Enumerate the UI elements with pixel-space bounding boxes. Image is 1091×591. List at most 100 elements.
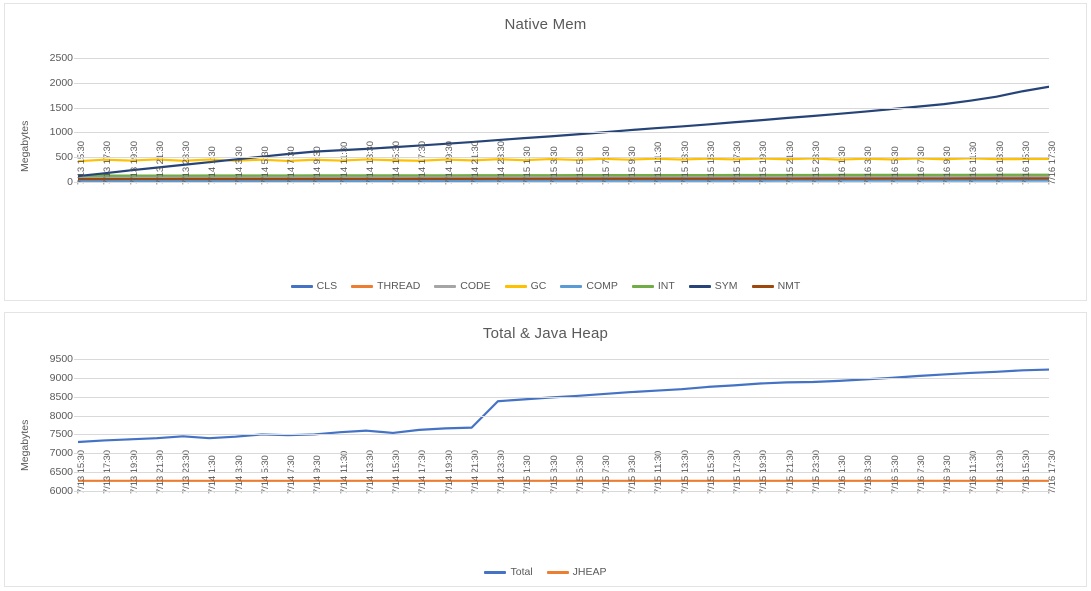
gridline <box>78 58 1049 59</box>
legend-label: NMT <box>777 280 801 292</box>
legend-swatch-icon <box>751 284 774 288</box>
x-tick-label: 7/15 7:30 <box>600 455 612 494</box>
total-java-heap-legend: Total JHEAP <box>5 566 1086 578</box>
x-tick-label: 7/14 3:30 <box>233 455 245 494</box>
x-tick-label: 7/15 9:30 <box>627 146 639 185</box>
legend-item-thread[interactable]: THREAD <box>351 280 420 292</box>
native-mem-legend: CLS THREAD CODE GC COMP INT SYM NMT <box>5 280 1086 292</box>
legend-swatch-icon <box>504 284 527 288</box>
x-tick-label: 7/14 15:30 <box>391 141 403 185</box>
native-mem-chart-panel: Native Mem Megabytes 7/13 15:30 7/13 17:3… <box>4 3 1087 301</box>
x-tick-label: 7/14 17:30 <box>417 141 429 185</box>
x-tick-label: 7/16 3:30 <box>863 455 875 494</box>
y-tick-label: 2000 <box>49 76 73 89</box>
legend-item-total[interactable]: Total <box>484 566 533 578</box>
legend-item-cls[interactable]: CLS <box>290 280 338 292</box>
gridline <box>78 182 1049 183</box>
gridline <box>78 359 1049 360</box>
y-tick-label: 9000 <box>49 371 73 384</box>
legend-label: GC <box>530 280 547 292</box>
x-tick-label: 7/15 11:30 <box>653 141 665 185</box>
y-tick-mark <box>74 377 78 379</box>
y-tick-label: 2500 <box>49 52 73 64</box>
legend-label: SYM <box>714 280 738 292</box>
y-tick-mark <box>74 182 78 183</box>
x-tick-label: 7/15 7:30 <box>600 146 612 185</box>
x-tick-label: 7/15 5:30 <box>574 455 586 494</box>
x-tick-label: 7/14 7:30 <box>286 146 298 185</box>
x-tick-label: 7/15 1:30 <box>522 146 534 185</box>
y-tick-mark <box>74 434 78 436</box>
y-tick-label: 6000 <box>49 485 73 497</box>
x-tick-label: 7/16 1:30 <box>837 146 849 185</box>
x-tick-label: 7/16 7:30 <box>915 455 927 494</box>
y-tick-label: 7000 <box>49 447 73 460</box>
gridline <box>78 132 1049 134</box>
y-tick-label: 8500 <box>49 390 73 403</box>
x-tick-label: 7/15 19:30 <box>758 141 770 185</box>
y-tick-mark <box>74 82 78 84</box>
x-tick-label: 7/15 21:30 <box>784 141 796 185</box>
x-tick-label: 7/15 15:30 <box>705 141 717 185</box>
gridline <box>78 453 1049 455</box>
legend-item-nmt[interactable]: NMT <box>751 280 801 292</box>
x-tick-label: 7/15 9:30 <box>627 455 639 494</box>
series-line-int <box>78 175 1049 176</box>
y-tick-mark <box>74 415 78 417</box>
y-tick-label: 6500 <box>49 466 73 479</box>
legend-label: COMP <box>586 280 618 292</box>
legend-swatch-icon <box>290 284 313 288</box>
legend-item-comp[interactable]: COMP <box>560 280 618 292</box>
legend-swatch-icon <box>484 570 507 574</box>
x-tick-label: 7/13 21:30 <box>154 141 166 185</box>
legend-item-gc[interactable]: GC <box>504 280 547 292</box>
x-tick-label: 7/16 11:30 <box>968 141 980 185</box>
legend-item-jheap[interactable]: JHEAP <box>546 566 607 578</box>
total-java-heap-chart-title: Total & Java Heap <box>482 325 609 342</box>
legend-swatch-icon <box>546 570 569 574</box>
x-tick-label: 7/14 3:30 <box>233 146 245 185</box>
legend-swatch-icon <box>560 284 583 288</box>
gridline <box>78 491 1049 492</box>
legend-item-int[interactable]: INT <box>631 280 675 292</box>
y-tick-mark <box>74 132 78 134</box>
series-line-total <box>78 370 1049 442</box>
y-tick-mark <box>74 396 78 398</box>
legend-item-code[interactable]: CODE <box>434 280 491 292</box>
x-tick-label: 7/16 13:30 <box>994 141 1006 185</box>
x-tick-label: 7/15 3:30 <box>548 455 560 494</box>
legend-label: CLS <box>316 280 338 292</box>
gridline <box>78 415 1049 417</box>
legend-swatch-icon <box>434 284 457 288</box>
gridline <box>78 107 1049 109</box>
x-tick-label: 7/16 9:30 <box>942 146 954 185</box>
gridline <box>78 434 1049 436</box>
native-mem-series-svg <box>78 58 1049 182</box>
x-tick-label: 7/15 23:30 <box>810 141 822 185</box>
x-tick-label: 7/16 3:30 <box>863 146 875 185</box>
x-tick-label: 7/16 5:30 <box>889 146 901 185</box>
x-tick-label: 7/14 19:30 <box>443 141 455 185</box>
y-tick-mark <box>74 58 78 59</box>
total-java-heap-y-axis-label: Megabytes <box>19 419 31 471</box>
x-tick-label: 7/16 9:30 <box>942 455 954 494</box>
legend-swatch-icon <box>351 284 374 288</box>
x-tick-label: 7/14 9:30 <box>312 146 324 185</box>
x-tick-label: 7/14 5:30 <box>259 455 271 494</box>
y-tick-label: 0 <box>67 176 73 188</box>
x-tick-label: 7/14 23:30 <box>496 141 507 185</box>
x-tick-label: 7/14 5:30 <box>259 146 271 185</box>
legend-swatch-icon <box>688 284 711 288</box>
legend-label: INT <box>657 280 675 292</box>
legend-item-sym[interactable]: SYM <box>688 280 738 292</box>
x-tick-label: 7/15 1:30 <box>522 455 534 494</box>
x-tick-label: 7/13 17:30 <box>102 141 114 185</box>
x-tick-label: 7/14 1:30 <box>207 455 219 494</box>
y-tick-mark <box>74 491 78 492</box>
x-tick-label: 7/13 15:30 <box>76 141 88 185</box>
x-tick-label: 7/14 13:30 <box>364 141 376 185</box>
total-java-heap-chart-panel: Total & Java Heap Megabytes 7/13 15:30 7/… <box>4 312 1087 587</box>
y-tick-mark <box>74 107 78 109</box>
y-tick-label: 1000 <box>49 126 73 139</box>
gridline <box>78 82 1049 84</box>
